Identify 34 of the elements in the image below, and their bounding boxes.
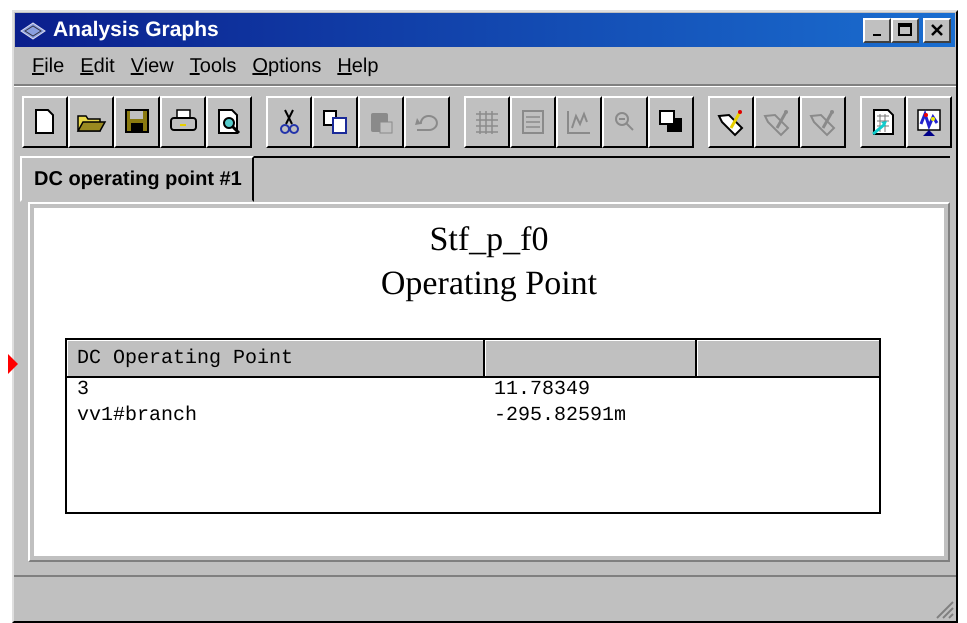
- toolbar-button[interactable]: [114, 96, 160, 148]
- tab[interactable]: DC operating point #1: [20, 156, 254, 202]
- toolbar-button[interactable]: [860, 96, 906, 148]
- toolbar-button[interactable]: [160, 96, 206, 148]
- toolbar-button[interactable]: [708, 96, 754, 148]
- toolbar-button[interactable]: [68, 96, 114, 148]
- close-icon: [930, 23, 944, 37]
- maximize-button[interactable]: [891, 18, 919, 42]
- toolbar-button[interactable]: [312, 96, 358, 148]
- resize-grip-icon: [934, 599, 954, 619]
- toolbar-button[interactable]: [266, 96, 312, 148]
- toolbar-button[interactable]: [22, 96, 68, 148]
- menu-item[interactable]: Edit: [74, 54, 121, 78]
- table-cell-text: -295.82591m: [493, 404, 628, 429]
- minimize-icon: [873, 34, 881, 36]
- graph-title: Stf_p_f0: [430, 220, 548, 260]
- close-button[interactable]: [923, 18, 951, 42]
- column-header: DC Operating Point: [66, 339, 484, 377]
- table-cell: vv1#branch: [66, 404, 484, 430]
- minimize-button[interactable]: [863, 18, 891, 42]
- window-title: Analysis Graphs: [53, 18, 220, 42]
- table-cell: 3: [66, 377, 484, 404]
- table-cell: 11.78349: [484, 377, 696, 404]
- marker-icon: [8, 354, 18, 374]
- menu-item[interactable]: Tools: [184, 54, 242, 78]
- menu-item[interactable]: Help: [331, 54, 384, 78]
- menu-item[interactable]: File: [26, 54, 70, 78]
- menu-item[interactable]: View: [124, 54, 180, 78]
- toolbar-button[interactable]: [906, 96, 952, 148]
- maximize-icon: [897, 22, 913, 38]
- toolbar-button[interactable]: [206, 96, 252, 148]
- graph-title: Operating Point: [380, 264, 598, 304]
- menu-item[interactable]: Options: [246, 54, 328, 78]
- toolbar-button[interactable]: [648, 96, 694, 148]
